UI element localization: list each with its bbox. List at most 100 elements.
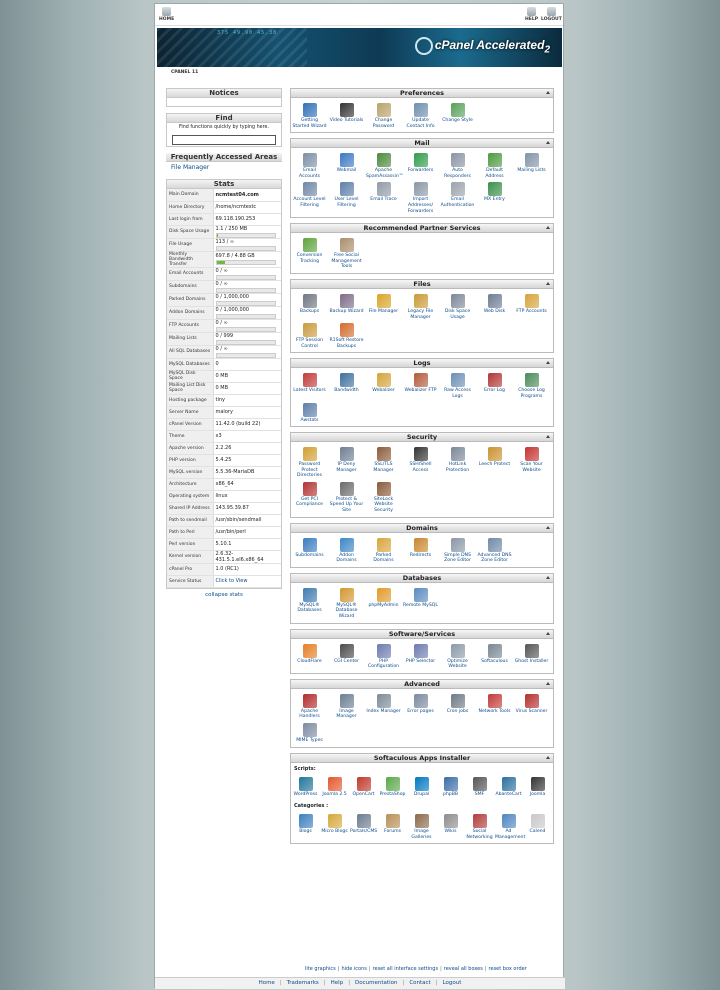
item-index-manager[interactable]: Index Manager [365, 693, 402, 720]
footer-trademarks[interactable]: Trademarks [287, 980, 319, 986]
collapse-stats-link[interactable]: collapse stats [166, 592, 282, 598]
item-portals-cms[interactable]: Portals/CMS [349, 813, 378, 840]
item-password-protect-directories[interactable]: Password Protect Directories [291, 446, 328, 479]
item-mysql-databases[interactable]: MySQL® Databases [291, 587, 328, 620]
item-apache-spamassassin[interactable]: Apache SpamAssassin™ [365, 152, 403, 179]
collapse-arrow-icon[interactable] [546, 281, 550, 285]
item-redirects[interactable]: Redirects [402, 537, 439, 564]
collapse-arrow-icon[interactable] [546, 681, 550, 685]
item-ghost-installer[interactable]: Ghost Installer [513, 643, 550, 670]
item-conversion-tracking[interactable]: Conversion Tracking [291, 237, 328, 270]
item-change-password[interactable]: Change Password [365, 102, 402, 129]
group-header[interactable]: Software/Services [291, 629, 553, 639]
item-email-accounts[interactable]: Email Accounts [291, 152, 328, 179]
item-drupal[interactable]: Drupal [407, 776, 436, 798]
group-header[interactable]: Security [291, 433, 553, 443]
item-virus-scanner[interactable]: Virus Scanner [513, 693, 550, 720]
item-update-contact-info[interactable]: Update Contact Info [402, 102, 439, 129]
find-input[interactable] [172, 135, 276, 145]
item-ssh-shell-access[interactable]: SSH/Shell Access [402, 446, 439, 479]
item-php-configuration[interactable]: PHP Configuration [365, 643, 402, 670]
breadcrumb[interactable]: CPANEL 11 [171, 70, 198, 75]
item-ip-deny-manager[interactable]: IP Deny Manager [328, 446, 365, 479]
item-user-level-filtering[interactable]: User Level Filtering [328, 181, 365, 214]
item-ftp-accounts[interactable]: FTP Accounts [513, 293, 550, 320]
item-backup-wizard[interactable]: Backup Wizard [328, 293, 365, 320]
item-apache-handlers[interactable]: Apache Handlers [291, 693, 328, 720]
item-wordpress[interactable]: WordPress [291, 776, 320, 798]
item-email-trace[interactable]: Email Trace [365, 181, 402, 214]
item-ssl-tls-manager[interactable]: SSL/TLS Manager [365, 446, 402, 479]
item-error-log[interactable]: Error Log [476, 372, 513, 399]
item-video-tutorials[interactable]: Video Tutorials [328, 102, 365, 129]
item-change-style[interactable]: Change Style [439, 102, 476, 129]
stats-value[interactable]: Click to View [213, 575, 281, 588]
home-link[interactable]: HOME [159, 7, 174, 22]
item-file-manager[interactable]: File Manager [365, 293, 402, 320]
link-reset-box-order[interactable]: reset box order [489, 966, 527, 972]
item-phpbb[interactable]: phpBB [436, 776, 465, 798]
item-ad-management[interactable]: Ad Management [494, 813, 525, 840]
group-header[interactable]: Advanced [291, 679, 553, 689]
item-protect-speed-up-your-site[interactable]: Protect & Speed Up Your Site [328, 481, 365, 514]
group-header[interactable]: Softaculous Apps Installer [291, 753, 553, 763]
collapse-arrow-icon[interactable] [546, 141, 550, 145]
item-awstats[interactable]: Awstats [291, 402, 328, 424]
item-optimize-website[interactable]: Optimize Website [439, 643, 476, 670]
item-getting-started-wizard[interactable]: Getting Started Wizard [291, 102, 328, 129]
item-joomla[interactable]: Joomla [523, 776, 552, 798]
item-cron-jobs[interactable]: Cron jobs [439, 693, 476, 720]
item-backups[interactable]: Backups [291, 293, 328, 320]
group-header[interactable]: Recommended Partner Services [291, 224, 553, 234]
item-bandwidth[interactable]: Bandwidth [328, 372, 365, 399]
item-social-networking[interactable]: Social Networking [465, 813, 494, 840]
footer-help[interactable]: Help [331, 980, 344, 986]
footer-logout[interactable]: Logout [443, 980, 462, 986]
link-lite-graphics[interactable]: lite graphics [305, 966, 336, 972]
item-advanced-dns-zone-editor[interactable]: Advanced DNS Zone Editor [476, 537, 513, 564]
item-auto-responders[interactable]: Auto Responders [439, 152, 476, 179]
group-header[interactable]: Preferences [291, 89, 553, 98]
item-abantecart[interactable]: AbanteCart [494, 776, 523, 798]
item-r1soft-restore-backups[interactable]: R1Soft Restore Backups [328, 322, 365, 349]
collapse-arrow-icon[interactable] [546, 91, 550, 94]
collapse-arrow-icon[interactable] [546, 755, 550, 759]
item-ftp-session-control[interactable]: FTP Session Control [291, 322, 328, 349]
item-error-pages[interactable]: Error pages [402, 693, 439, 720]
item-disk-space-usage[interactable]: Disk Space Usage [439, 293, 476, 320]
item-micro-blogs[interactable]: Micro Blogs [320, 813, 349, 840]
item-sitelock-website-security[interactable]: SiteLock Website Security [365, 481, 402, 514]
group-header[interactable]: Databases [291, 573, 553, 583]
item-web-disk[interactable]: Web Disk [476, 293, 513, 320]
item-webmail[interactable]: Webmail [328, 152, 365, 179]
collapse-arrow-icon[interactable] [546, 525, 550, 529]
item-webalizer[interactable]: Webalizer [365, 372, 402, 399]
item-smf[interactable]: SMF [465, 776, 494, 798]
item-scan-your-website[interactable]: Scan Your Website [513, 446, 550, 479]
item-account-level-filtering[interactable]: Account Level Filtering [291, 181, 328, 214]
item-mime-types[interactable]: MIME Types [291, 722, 328, 744]
item-prestashop[interactable]: PrestaShop [378, 776, 407, 798]
item-opencart[interactable]: OpenCart [349, 776, 378, 798]
group-header[interactable]: Domains [291, 523, 553, 533]
group-header[interactable]: Mail [291, 139, 553, 149]
item-wikis[interactable]: Wikis [436, 813, 465, 840]
item-leech-protect[interactable]: Leech Protect [476, 446, 513, 479]
logout-link[interactable]: LOGOUT [541, 7, 562, 22]
item-forwarders[interactable]: Forwarders [402, 152, 439, 179]
link-reset-all-interface-settings[interactable]: reset all interface settings [373, 966, 439, 972]
link-hide-icons[interactable]: hide icons [341, 966, 366, 972]
item-import-addresses-forwarders[interactable]: Import Addresses/ Forwarders [402, 181, 439, 214]
link-reveal-all-boxes[interactable]: reveal all boxes [444, 966, 483, 972]
collapse-arrow-icon[interactable] [546, 575, 550, 579]
item-blogs[interactable]: Blogs [291, 813, 320, 840]
item-simple-dns-zone-editor[interactable]: Simple DNS Zone Editor [439, 537, 476, 564]
item-default-address[interactable]: Default Address [476, 152, 513, 179]
item-cloudflare[interactable]: CloudFlare [291, 643, 328, 670]
item-softaculous[interactable]: Softaculous [476, 643, 513, 670]
item-email-authentication[interactable]: Email Authentication [439, 181, 476, 214]
item-php-selector[interactable]: PHP Selector [402, 643, 439, 670]
collapse-arrow-icon[interactable] [546, 361, 550, 365]
item-network-tools[interactable]: Network Tools [476, 693, 513, 720]
item-cgi-center[interactable]: CGI Center [328, 643, 365, 670]
